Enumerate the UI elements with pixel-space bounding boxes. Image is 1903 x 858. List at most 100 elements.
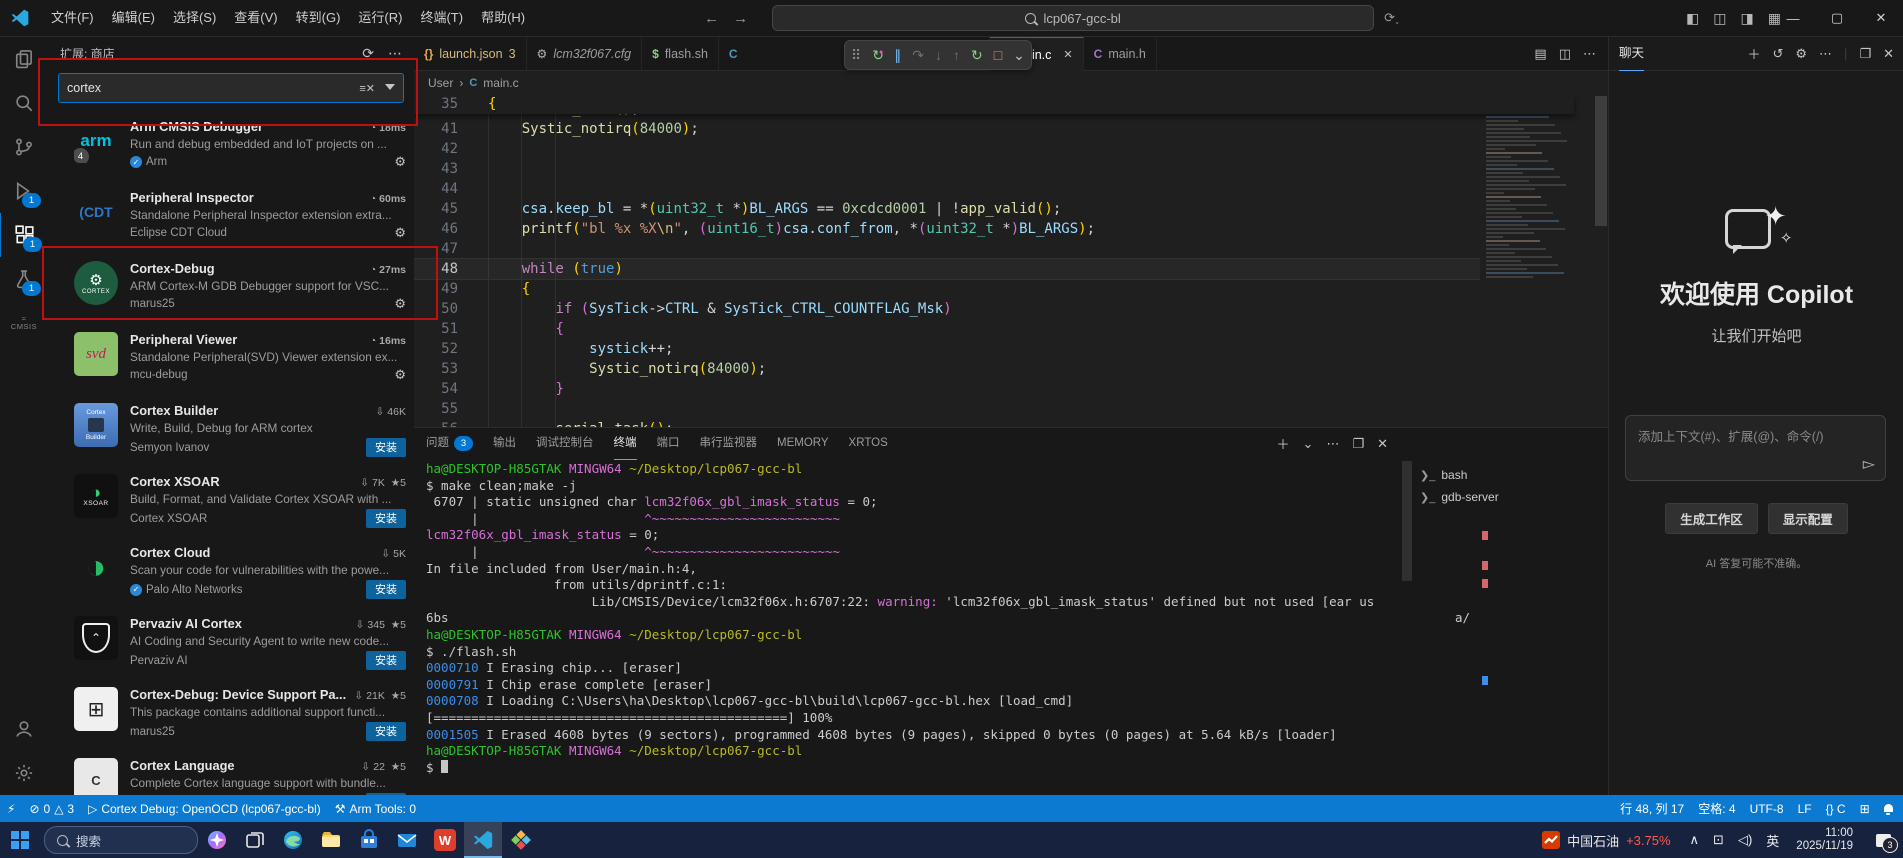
panel-add-icon[interactable]: ＋ [1277,434,1290,453]
volume-icon[interactable]: ◁) [1731,832,1759,848]
layout-status-icon[interactable]: ⊞ [1853,795,1877,822]
extension-item[interactable]: ◑Cortex Cloud⇩ 5KScan your code for vuln… [48,537,414,608]
taskbar-clock[interactable]: 11:00 2025/11/19 [1786,827,1863,853]
panel-close-icon[interactable]: ✕ [1377,436,1388,452]
chat-expand-icon[interactable]: ❐ [1859,46,1871,62]
activity-cmsis-icon[interactable]: ≈CMSIS [0,301,48,345]
indentation[interactable]: 空格: 4 [1691,795,1742,822]
install-button[interactable]: 安装 [366,651,406,670]
extension-item[interactable]: CortexBuilderCortex Builder⇩ 46KWrite, B… [48,395,414,466]
maximize-button[interactable]: ▢ [1815,0,1859,36]
terminal-instance-gdb-server[interactable]: ❯_gdb-server [1414,486,1594,508]
send-icon[interactable]: ▻ [1863,454,1875,474]
activity-settings-icon[interactable] [0,751,48,795]
taskbar-app-task-view[interactable] [236,822,274,858]
panel-maximize-icon[interactable]: ❐ [1352,436,1364,452]
language-mode[interactable]: {} C [1819,795,1853,822]
panel-tab-XRTOS[interactable]: XRTOS [849,428,888,459]
tab-flash.sh[interactable]: $flash.sh [642,37,719,70]
taskbar-app-simulator[interactable] [502,822,540,858]
remote-indicator-icon[interactable]: ⚡ [0,795,22,822]
minimap[interactable] [1480,94,1592,427]
notification-center[interactable]: 3 [1863,822,1903,858]
panel-tab-调试控制台[interactable]: 调试控制台 [536,428,594,459]
ime-indicator[interactable]: 英 [1759,831,1786,850]
show-config-button[interactable]: 显示配置 [1768,503,1848,534]
new-chat-icon[interactable]: ＋ [1747,44,1760,63]
debug-chevron-down-icon[interactable]: ⌄ [1013,48,1025,62]
cursor-position[interactable]: 行 48, 列 17 [1613,795,1691,822]
problems-status[interactable]: ⊘0 △3 [22,795,81,822]
extension-item[interactable]: (CDTPeripheral Inspector◔ 60msStandalone… [48,182,414,253]
eol[interactable]: LF [1791,795,1819,822]
menu-item[interactable]: 帮助(H) [472,6,534,30]
panel-tab-输出[interactable]: 输出 [493,428,516,459]
activity-extensions-icon[interactable]: 1 [0,213,49,257]
debug-restart-icon[interactable]: ↻ [971,48,983,62]
menu-item[interactable]: 编辑(E) [103,6,164,30]
taskbar-app-edge[interactable] [274,822,312,858]
tab-main.h[interactable]: Cmain.h [1084,37,1157,70]
taskbar-app-file-explorer[interactable] [312,822,350,858]
debug-step-into-icon[interactable]: ↓ [935,48,942,62]
activity-source-control-icon[interactable] [0,125,48,169]
taskbar-app-copilot[interactable] [198,822,236,858]
extension-item[interactable]: ⌃Pervaziv AI Cortex⇩ 345 ★5AI Coding and… [48,608,414,679]
chat-history-icon[interactable]: ↺ [1772,46,1783,62]
toggle-panel-icon[interactable]: ◫ [1713,10,1726,27]
toggle-secondary-sidebar-icon[interactable]: ◨ [1741,10,1754,27]
more-actions-icon[interactable]: ⋯ [388,45,402,62]
forward-icon[interactable]: → [733,10,748,27]
debug-config-status[interactable]: ▷ Cortex Debug: OpenOCD (lcp067-gcc-bl) [81,795,328,822]
extension-gear-icon[interactable]: ⚙ [394,367,406,383]
clear-search-icon[interactable]: ≡✕ [359,82,375,95]
panel-chevron-down-icon[interactable]: ⌄ [1303,436,1314,452]
install-button[interactable]: 安装 [366,722,406,741]
menu-item[interactable]: 转到(G) [287,6,350,30]
extensions-search-input[interactable]: cortex ≡✕ [58,73,404,103]
activity-test-icon[interactable]: 1 [0,257,48,301]
terminal[interactable]: ha@DESKTOP-H85GTAK MINGW64 ~/Desktop/lcp… [426,461,1470,794]
split-editor-icon[interactable]: ◫ [1559,46,1571,62]
generate-workspace-button[interactable]: 生成工作区 [1665,503,1758,534]
chat-tab[interactable]: 聊天 [1619,37,1644,71]
terminal-instance-bash[interactable]: ❯_bash [1414,464,1594,486]
chat-settings-icon[interactable]: ⚙ [1795,46,1807,62]
menu-item[interactable]: 选择(S) [164,6,225,30]
menu-item[interactable]: 查看(V) [225,6,286,30]
filter-icon[interactable] [385,84,395,90]
start-button[interactable] [0,822,40,858]
taskbar-app-store[interactable] [350,822,388,858]
panel-more-icon[interactable]: ⋯ [1326,436,1339,452]
debug-stop-icon[interactable]: □ [994,48,1002,62]
editor-scrollbar[interactable] [1594,94,1608,427]
tab-lcm32f067.cfg[interactable]: ⚙lcm32f067.cfg [527,37,643,70]
stock-widget[interactable]: 中国石油 +3.75% [1530,831,1682,850]
extension-gear-icon[interactable]: ⚙ [394,225,406,241]
network-icon[interactable]: ⊡ [1706,832,1731,848]
taskbar-search[interactable]: 搜索 [44,826,198,854]
debug-pause-icon[interactable]: ∥ [894,48,901,62]
toggle-sidebar-icon[interactable]: ◧ [1686,10,1699,27]
activity-search-icon[interactable] [0,81,48,125]
tab-close-icon[interactable]: ✕ [1063,48,1072,61]
install-button[interactable]: 安装 [366,438,406,457]
install-button[interactable]: 安装 [366,509,406,528]
debug-step-out-icon[interactable]: ↑ [953,48,960,62]
editor-more-icon[interactable]: ⋯ [1583,46,1596,62]
command-center-search[interactable]: lcp067-gcc-bl [772,5,1374,31]
install-button[interactable]: 安装 [366,580,406,599]
panel-tab-终端[interactable]: 终端 [614,428,637,460]
terminal-scrollbar[interactable] [1402,461,1412,581]
panel-tab-MEMORY[interactable]: MEMORY [777,428,829,459]
panel-tab-端口[interactable]: 端口 [657,428,680,459]
extension-item[interactable]: arm4Arm CMSIS Debugger◔ 18msRun and debu… [48,111,414,182]
menu-item[interactable]: 终端(T) [411,6,472,30]
chat-more-icon[interactable]: ⋯ [1819,46,1832,62]
extension-item[interactable]: ⊞Cortex-Debug: Device Support Pa...⇩ 21K… [48,679,414,750]
refresh-icon[interactable]: ⟳ [362,45,374,62]
extension-item[interactable]: ⚙CORTEXCortex-Debug◔ 27msARM Cortex-M GD… [48,253,414,324]
open-changes-icon[interactable]: ▤ [1534,46,1546,62]
taskbar-app-wps[interactable]: W [426,822,464,858]
chat-close-icon[interactable]: ✕ [1883,46,1894,62]
